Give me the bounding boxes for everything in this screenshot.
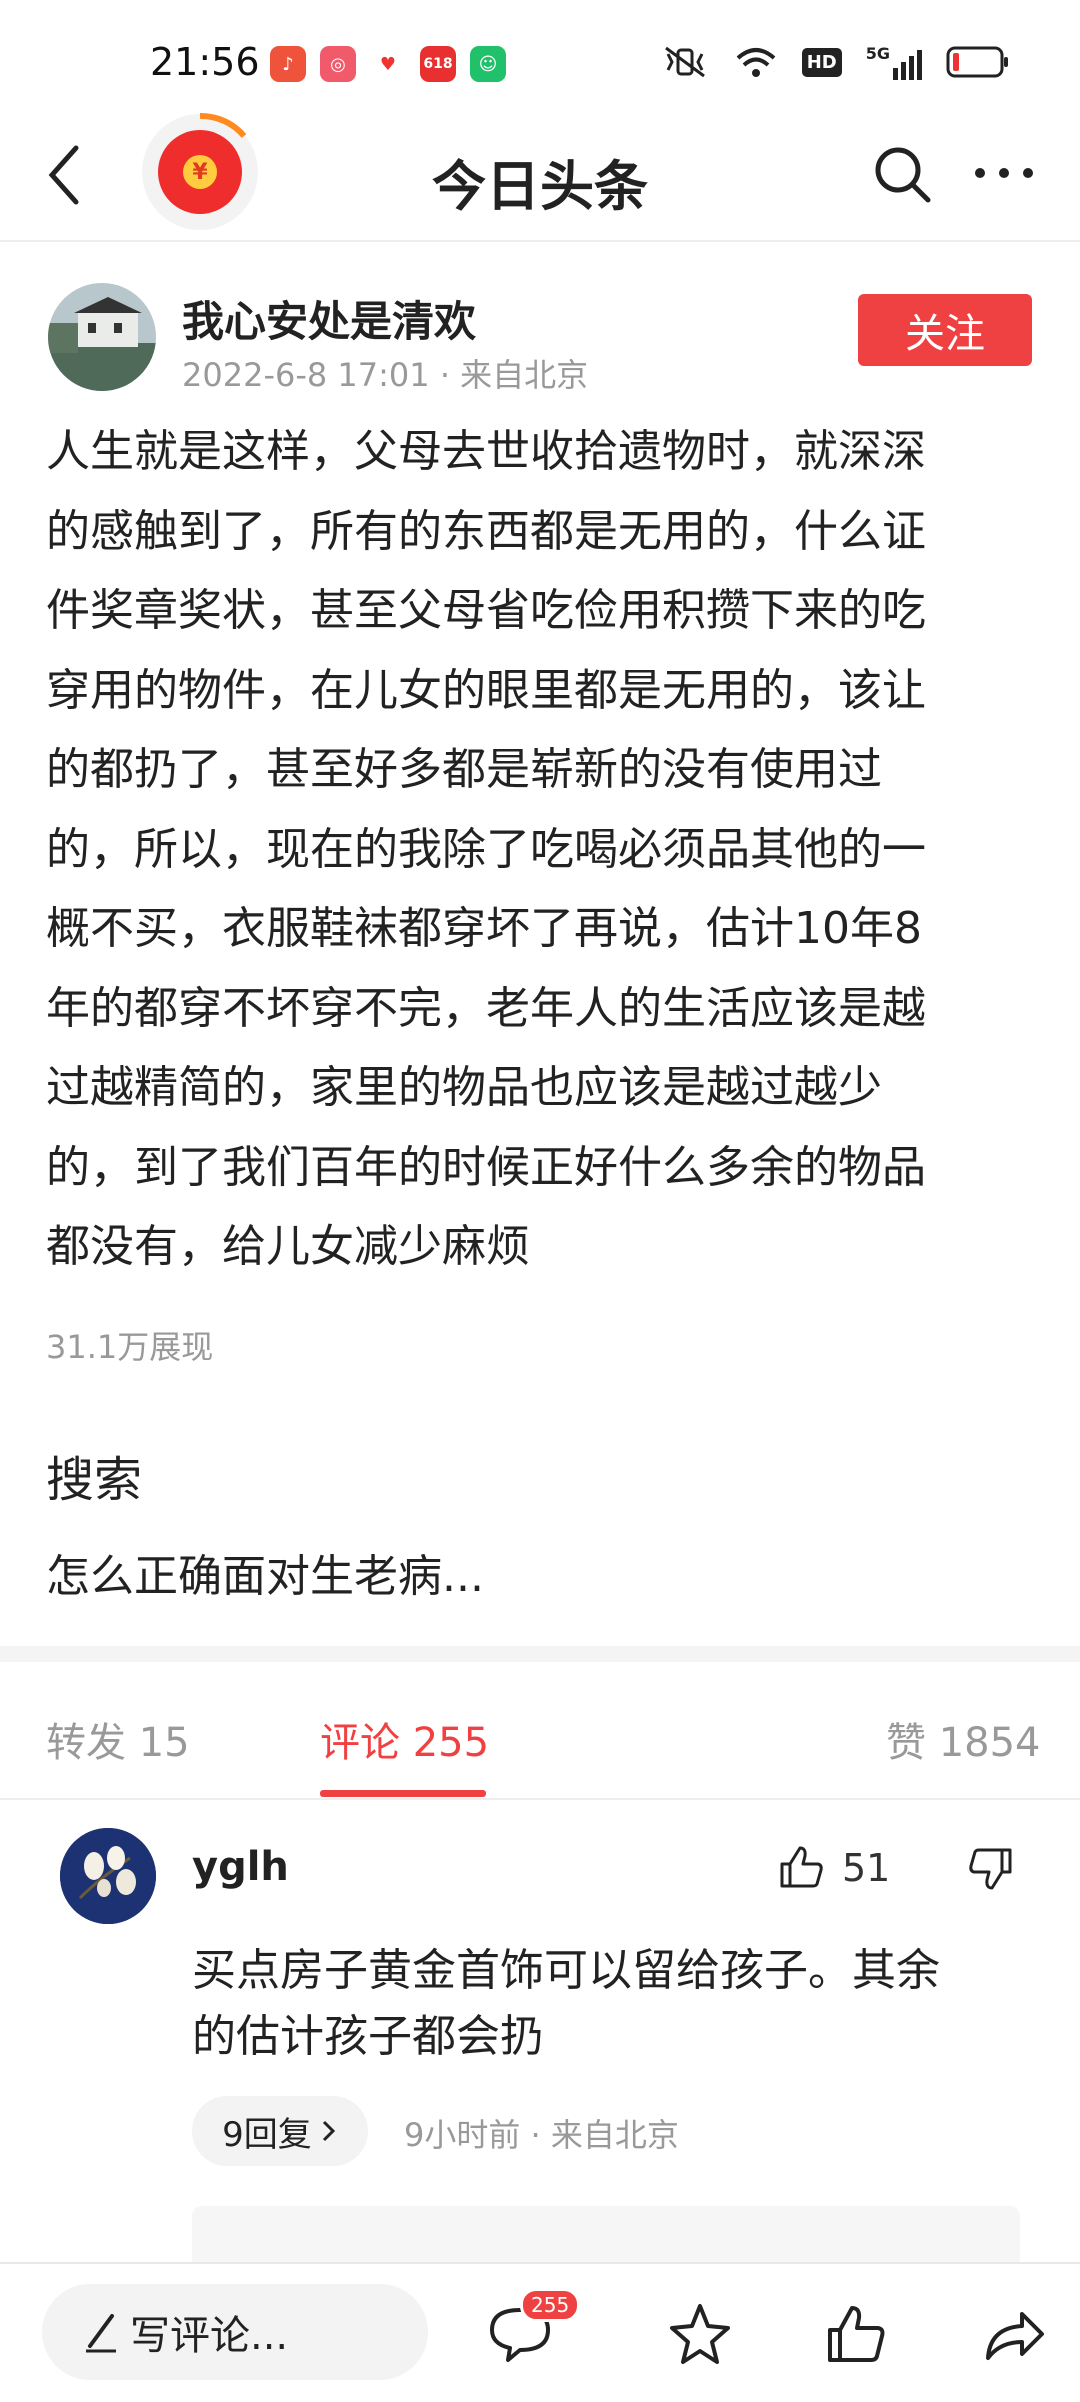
comment-like-count: 51 — [842, 1846, 890, 1890]
network-type-label: 5G — [866, 44, 890, 63]
mute-vibrate-icon — [660, 44, 710, 80]
view-count: 31.1万展现 — [46, 1322, 213, 1368]
signal-icon: 5G — [866, 44, 922, 80]
thumbs-down-icon[interactable] — [966, 1844, 1016, 1894]
post-line: 穿用的物件，在儿女的眼里都是无用的，该让 — [46, 651, 1036, 731]
pen-icon — [82, 2310, 122, 2354]
post-line: 的感触到了，所有的东西都是无用的，什么证 — [46, 492, 1036, 572]
post-line: 年的都穿不坏穿不完，老年人的生活应该是越 — [46, 969, 1036, 1049]
post-line: 都没有，给儿女减少麻烦 — [46, 1207, 1036, 1287]
magnolia-avatar-image — [60, 1828, 156, 1924]
replies-label: 9回复 — [222, 2107, 312, 2156]
comment-line: 的估计孩子都会扔 — [192, 2004, 1032, 2070]
comment-count-badge: 255 — [520, 2288, 580, 2322]
search-section-label: 搜索 — [46, 1440, 142, 1510]
notification-app-icons: ♪ ◎ ♥ 618 ☺ — [270, 46, 506, 82]
post-line: 的，到了我们百年的时候正好什么多余的物品 — [46, 1128, 1036, 1208]
write-comment-input[interactable]: 写评论... — [42, 2284, 428, 2380]
shopping-app-icon: ☺ — [470, 46, 506, 82]
section-divider — [0, 1646, 1080, 1662]
commenter-avatar[interactable] — [60, 1828, 156, 1924]
commenter-name[interactable]: yglh — [192, 1844, 289, 1890]
battery-icon — [946, 45, 1010, 79]
tab-forward[interactable]: 转发 15 — [46, 1710, 190, 1768]
share-icon[interactable] — [978, 2298, 1050, 2370]
hd-icon: HD — [802, 48, 842, 77]
follow-button[interactable]: 关注 — [858, 294, 1032, 366]
comment-text: 买点房子黄金首饰可以留给孩子。其余 的估计孩子都会扔 — [192, 1938, 1032, 2070]
thumbs-up-icon[interactable] — [776, 1842, 826, 1892]
wifi-icon — [734, 44, 778, 80]
post-line: 件奖章奖状，甚至父母省吃俭用积攒下来的吃 — [46, 571, 1036, 651]
active-tab-indicator — [320, 1790, 486, 1797]
comment-line: 买点房子黄金首饰可以留给孩子。其余 — [192, 1938, 1032, 2004]
taobao-app-icon: ♥ — [370, 46, 406, 82]
post-body: 人生就是这样，父母去世收拾遗物时，就深深 的感触到了，所有的东西都是无用的，什么… — [46, 412, 1036, 1287]
author-name[interactable]: 我心安处是清欢 — [182, 288, 476, 349]
avatar-photo — [48, 283, 156, 391]
chevron-right-icon — [320, 2118, 338, 2144]
post-line: 的，所以，现在的我除了吃喝必须品其他的一 — [46, 810, 1036, 890]
more-options-icon[interactable] — [972, 148, 1036, 198]
tab-likes[interactable]: 赞 1854 — [886, 1710, 1041, 1768]
status-bar: 21:56 ♪ ◎ ♥ 618 ☺ HD 5G — [0, 0, 1080, 120]
post-line: 的都扔了，甚至好多都是崭新的没有使用过 — [46, 730, 1036, 810]
search-icon[interactable] — [870, 142, 934, 206]
video-app-icon: ◎ — [320, 46, 356, 82]
618-app-icon: 618 — [420, 46, 456, 82]
post-line: 概不买，衣服鞋袜都穿坏了再说，估计10年8 — [46, 889, 1036, 969]
view-replies-button[interactable]: 9回复 — [192, 2096, 368, 2166]
author-avatar[interactable] — [48, 283, 156, 391]
star-favorite-icon[interactable] — [664, 2298, 736, 2370]
write-comment-placeholder: 写评论... — [130, 2303, 288, 2361]
post-line: 人生就是这样，父母去世收拾遗物时，就深深 — [46, 412, 1036, 492]
system-icons: HD 5G — [660, 44, 1010, 80]
post-meta: 2022-6-8 17:01 · 来自北京 — [182, 350, 588, 396]
comment-meta: 9小时前 · 来自北京 — [404, 2110, 679, 2156]
tab-comments[interactable]: 评论 255 — [320, 1710, 489, 1768]
reply-preview-box[interactable] — [192, 2206, 1020, 2266]
like-icon[interactable] — [820, 2298, 892, 2370]
music-app-icon: ♪ — [270, 46, 306, 82]
post-line: 过越精简的，家里的物品也应该是越过越少 — [46, 1048, 1036, 1128]
status-time: 21:56 — [150, 40, 260, 84]
search-suggestion-link[interactable]: 怎么正确面对生老病... — [46, 1540, 484, 1604]
